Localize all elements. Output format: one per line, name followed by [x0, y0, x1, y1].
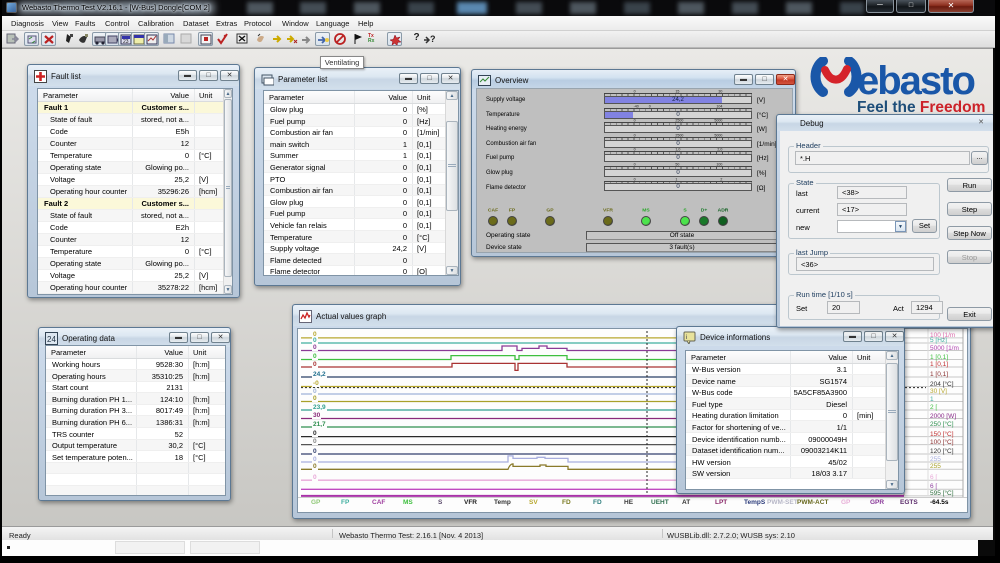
svg-text:24: 24	[47, 335, 56, 344]
svg-text:ebasto: ebasto	[857, 59, 974, 103]
svg-text:?: ?	[430, 34, 436, 44]
svg-text:i: i	[686, 335, 687, 341]
svg-text:23: 23	[123, 39, 129, 45]
